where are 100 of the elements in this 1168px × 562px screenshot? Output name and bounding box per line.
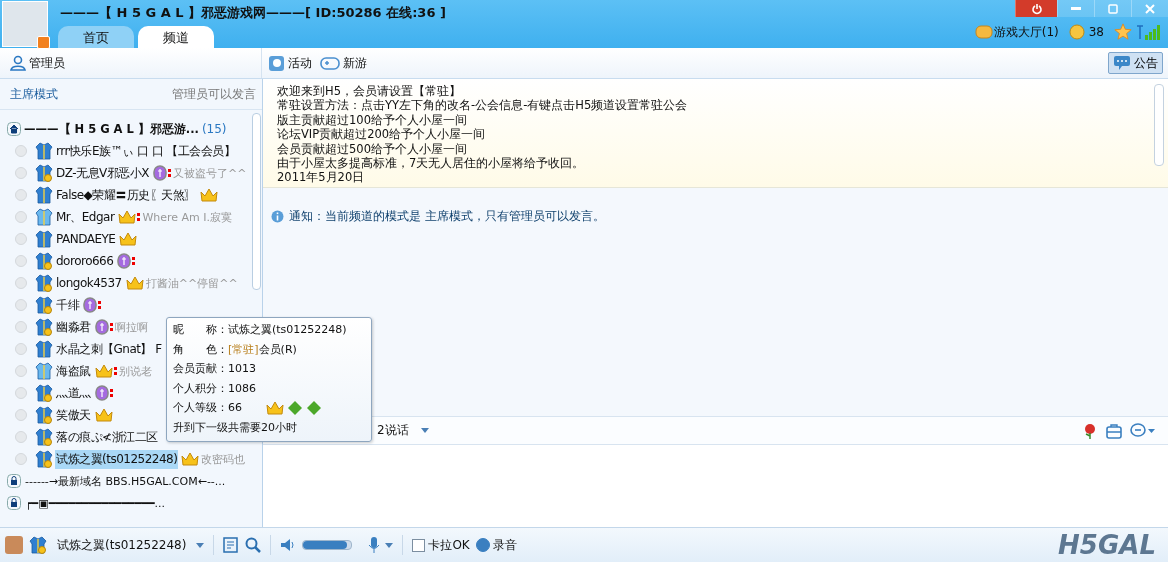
- user-signature: 打酱油^^停留^^: [145, 275, 238, 291]
- user-name[interactable]: 幽淼君: [55, 317, 92, 337]
- user-signature: 别说老: [118, 363, 152, 379]
- status-dot: [15, 387, 27, 399]
- star-icon[interactable]: [1114, 23, 1132, 41]
- crown-icon: [199, 187, 218, 203]
- admin-link[interactable]: 管理员: [10, 54, 65, 72]
- user-name[interactable]: DZ-无息V邪恶小X: [55, 163, 150, 183]
- contribution-text: 会员贡献：1013: [173, 361, 256, 377]
- coin-icon: [1068, 24, 1085, 40]
- status-dot: [15, 299, 27, 311]
- lock-icon: [7, 474, 21, 488]
- status-dot: [15, 431, 27, 443]
- status-dot: [15, 365, 27, 377]
- status-dot: [15, 453, 27, 465]
- crown-icon: [119, 231, 138, 247]
- avatar[interactable]: [2, 1, 48, 47]
- scrollbar[interactable]: [1154, 84, 1164, 166]
- volume-slider[interactable]: [302, 540, 353, 550]
- nickname-value: 试炼之翼(ts01252248): [228, 322, 347, 338]
- bulletin-line: 由于小屋太多提高标准，7天无人居住的小屋将给予收回。: [277, 156, 586, 171]
- game-hall-link[interactable]: 游戏大厅(1): [974, 23, 1059, 41]
- microphone-dropdown[interactable]: [368, 537, 394, 553]
- toolbox-icon[interactable]: [1106, 422, 1122, 439]
- tab[interactable]: 频道: [138, 26, 214, 48]
- document-icon[interactable]: [223, 537, 240, 553]
- user-signature: Where Am I.寂寞: [142, 209, 233, 225]
- mode-link[interactable]: 主席模式: [10, 85, 58, 103]
- home-icon[interactable]: [7, 122, 21, 136]
- shirt-medal-icon: [35, 252, 53, 270]
- channel-name[interactable]: ———【 H 5 G A L 】邪恶游...: [24, 121, 199, 137]
- shirt-icon: [35, 142, 53, 160]
- status-icon: [37, 36, 50, 49]
- sub-channel-name[interactable]: ------→最新域名 BBS.H5GAL.COM←--...: [25, 473, 226, 489]
- mode-rule: 管理员可以发言: [172, 85, 256, 103]
- shirt-medal-icon: [35, 164, 53, 182]
- bulletin-line: 论坛VIP贡献超过200给予个人小屋一间: [277, 127, 487, 142]
- crown-icon: [181, 451, 200, 467]
- status-dot: [15, 343, 27, 355]
- role-value: 会员(R): [258, 341, 297, 357]
- user-name[interactable]: Mr、Edgar: [55, 207, 116, 227]
- level-text: 个人等级：66: [173, 400, 242, 416]
- crown-icon: [125, 275, 144, 291]
- bulletin-line: 欢迎来到H5，会员请设置【常驻】: [277, 84, 462, 99]
- tab[interactable]: 首页: [58, 26, 134, 48]
- user-name[interactable]: longok4537: [55, 275, 123, 291]
- user-name[interactable]: dororo666: [55, 253, 115, 269]
- toolbar-link[interactable]: 新游: [320, 54, 367, 72]
- toolbar-link[interactable]: 活动: [268, 54, 312, 72]
- power-icon: [1030, 2, 1043, 15]
- user-name-dropdown[interactable]: 试炼之翼(ts01252248): [57, 536, 205, 554]
- user-name[interactable]: 水晶之刺【Gnat】 F: [55, 339, 163, 359]
- user-name[interactable]: 落の痕ぷ≮浙江二区: [55, 427, 159, 447]
- user-signature: 又被盗号了^^: [173, 165, 247, 181]
- online-count: (15): [201, 122, 227, 136]
- speaker-icon[interactable]: [280, 537, 297, 553]
- speak-mode-dropdown[interactable]: 2说话: [377, 422, 429, 439]
- bulletin-line: 版主贡献超过100给予个人小屋一间: [277, 112, 468, 128]
- user-name[interactable]: 试炼之翼(ts01252248): [55, 449, 179, 469]
- sub-channel-name[interactable]: ┍━▣━━━━━━━━━━━━━━━━...: [25, 496, 166, 510]
- user-name[interactable]: 灬道灬: [55, 383, 92, 403]
- user-name[interactable]: 海盗鼠: [55, 361, 92, 381]
- channel-title: ———【 H 5 G A L 】邪恶游戏网———[ ID:50286 在线:36 ]: [60, 4, 446, 22]
- crown-icon: [94, 407, 113, 423]
- user-name[interactable]: 笑傲天: [55, 405, 92, 425]
- status-dot: [15, 167, 27, 179]
- minimize-icon: [1071, 7, 1081, 10]
- user-name[interactable]: 千绯: [55, 295, 80, 315]
- user-name[interactable]: False◆荣耀〓历史〖天煞〗: [55, 185, 197, 205]
- shirt-medal-icon: [35, 274, 53, 292]
- user-name[interactable]: rrr快乐E族™ぃ 口 口 【工会会员】: [55, 141, 237, 161]
- flower-icon[interactable]: [1082, 422, 1098, 439]
- record-toggle[interactable]: 录音: [475, 536, 517, 554]
- power-button[interactable]: [1015, 0, 1057, 17]
- karaoke-checkbox[interactable]: 卡拉OK: [412, 536, 470, 554]
- status-dot: [15, 321, 27, 333]
- shield-icon: [83, 297, 97, 313]
- status-dot: [15, 189, 27, 201]
- minimize-button[interactable]: [1057, 0, 1094, 17]
- bulletin-line: 2011年5月20日: [277, 170, 366, 185]
- search-icon[interactable]: [245, 537, 262, 553]
- crown-icon: [94, 363, 113, 379]
- close-button[interactable]: [1131, 0, 1168, 17]
- info-icon: [271, 210, 284, 223]
- announcement-button[interactable]: 公告: [1108, 52, 1163, 74]
- caret-icon: [420, 428, 429, 433]
- chat-bubble-icon[interactable]: [1130, 422, 1156, 439]
- shield-icon: [94, 319, 109, 335]
- user-icon: [10, 55, 26, 71]
- shirt-medal-icon: [35, 296, 53, 314]
- next-level-text: 升到下一级共需要20小时: [173, 419, 297, 435]
- microphone-icon: [368, 537, 381, 553]
- role-tag: [常驻]: [228, 341, 259, 357]
- maximize-button[interactable]: [1094, 0, 1131, 17]
- scrollbar[interactable]: [252, 113, 261, 290]
- shield-icon: [94, 385, 109, 401]
- notice-text: 通知：当前频道的模式是 主席模式，只有管理员可以发言。: [289, 208, 605, 225]
- user-name[interactable]: PANDAEYE: [55, 231, 117, 247]
- lock-icon: [7, 496, 21, 510]
- shirt-medal-icon: [35, 384, 53, 402]
